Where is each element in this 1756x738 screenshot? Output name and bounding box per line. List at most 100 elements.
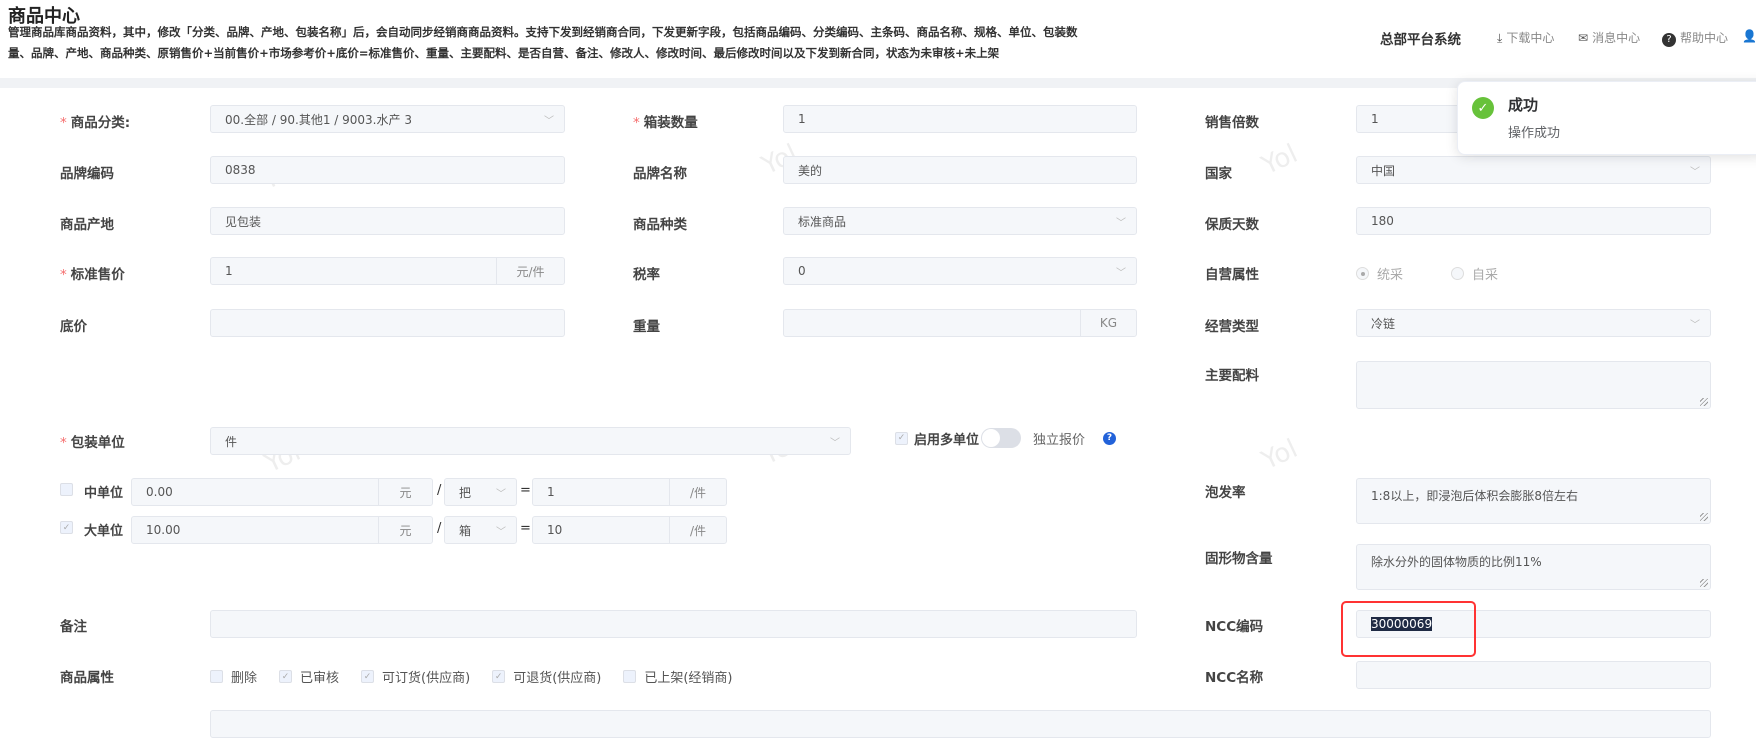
country-select[interactable]: 中国 ﹀: [1356, 156, 1711, 184]
solids-textarea[interactable]: 除水分外的固体物质的比例11%: [1356, 544, 1711, 590]
success-toast: ✓ 成功 操作成功: [1457, 81, 1756, 155]
radio-unified[interactable]: [1356, 267, 1369, 280]
mail-icon: ✉: [1578, 31, 1589, 45]
chevron-down-icon: ﹀: [1690, 319, 1700, 331]
download-center-link[interactable]: ⤓ 下载中心: [1497, 29, 1554, 46]
currency-addon: 元: [378, 517, 432, 543]
goods-type-select[interactable]: 标准商品 ﹀: [783, 207, 1137, 235]
help-label: 帮助中心: [1680, 31, 1729, 45]
box-qty-input[interactable]: 1: [783, 105, 1137, 133]
help-center-link[interactable]: ? 帮助中心: [1662, 29, 1728, 47]
biz-type-select[interactable]: 冷链 ﹀: [1356, 309, 1711, 337]
attr-label: 可订货(供应商): [382, 671, 471, 686]
chevron-down-icon: ﹀: [544, 115, 554, 127]
big-unit-qty-input[interactable]: 10/件: [532, 516, 727, 544]
box-qty-label: * 箱装数量: [633, 115, 698, 131]
chevron-down-icon: ﹀: [830, 437, 840, 449]
soak-rate-label: 泡发率: [1205, 485, 1246, 501]
radio-self-label: 自采: [1472, 268, 1499, 283]
equals-separator: =: [520, 521, 531, 536]
brand-code-input[interactable]: 0838: [210, 156, 565, 184]
per-unit-addon: /件: [669, 479, 726, 505]
equals-separator: =: [520, 483, 531, 498]
remark-input[interactable]: [210, 610, 1137, 638]
slash-separator: /: [437, 521, 442, 536]
message-center-link[interactable]: ✉ 消息中心: [1578, 29, 1640, 46]
soak-rate-textarea[interactable]: 1:8以上，即浸泡后体积会膨胀8倍左右: [1356, 478, 1711, 524]
currency-addon: 元: [378, 479, 432, 505]
pack-unit-label: * 包装单位: [60, 435, 125, 451]
mid-unit-price-input[interactable]: 0.00 元: [131, 478, 433, 506]
highlight-box: [1341, 601, 1476, 657]
weight-input[interactable]: KG: [783, 309, 1137, 337]
pack-unit-select[interactable]: 件 ﹀: [210, 427, 851, 455]
shelf-days-input[interactable]: 180: [1356, 207, 1711, 235]
big-unit-price-input[interactable]: 10.00 元: [131, 516, 433, 544]
self-run-label: 自营属性: [1205, 267, 1259, 283]
attr-checkbox-listed[interactable]: [623, 670, 637, 683]
floor-price-input[interactable]: [210, 309, 565, 337]
sale-multiple-label: 销售倍数: [1205, 115, 1259, 131]
floor-price-label: 底价: [60, 319, 87, 335]
attr-label: 删除: [231, 671, 258, 686]
attrs-label: 商品属性: [60, 670, 114, 686]
chevron-down-icon: ﹀: [1116, 217, 1126, 229]
messages-label: 消息中心: [1592, 31, 1641, 45]
chevron-down-icon: ﹀: [496, 526, 506, 538]
big-unit-select[interactable]: 箱 ﹀: [444, 516, 517, 544]
ingredients-textarea[interactable]: [1356, 361, 1711, 409]
chevron-down-icon: ﹀: [496, 488, 506, 500]
mid-unit-checkbox[interactable]: [60, 483, 73, 496]
attr-label: 已上架(经销商): [644, 671, 733, 686]
std-price-input[interactable]: 1 元/件: [210, 257, 565, 285]
per-unit-addon: /件: [669, 517, 726, 543]
ncc-name-label: NCC名称: [1205, 670, 1264, 686]
attr-checkbox-delete[interactable]: [210, 670, 223, 683]
weight-unit-addon: KG: [1080, 310, 1136, 336]
weight-label: 重量: [633, 319, 660, 335]
mid-unit-label: 中单位: [84, 486, 124, 501]
ncc-name-input[interactable]: [1356, 661, 1711, 689]
brand-name-input[interactable]: 美的: [783, 156, 1137, 184]
help-icon[interactable]: ?: [1103, 431, 1117, 445]
tax-label: 税率: [633, 267, 660, 283]
radio-self[interactable]: [1451, 267, 1465, 280]
origin-input[interactable]: 见包装: [210, 207, 565, 235]
watermark: Yol: [1257, 433, 1303, 477]
goods-type-label: 商品种类: [633, 217, 687, 233]
self-run-radio-group: 统采 自采: [1356, 264, 1498, 283]
chevron-down-icon: ﹀: [1116, 267, 1126, 279]
slash-separator: /: [437, 483, 442, 498]
attr-checkbox-orderable[interactable]: ✓: [361, 670, 375, 683]
origin-label: 商品产地: [60, 217, 114, 233]
multi-unit-label: 启用多单位: [914, 432, 980, 448]
watermark: Yol: [1257, 138, 1303, 182]
attrs-checkbox-group: 删除 ✓ 已审核 ✓ 可订货(供应商) ✓ 可退货(供应商) 已上架(经销商): [210, 667, 733, 686]
user-menu[interactable]: 👤Y: [1742, 29, 1756, 43]
country-label: 国家: [1205, 166, 1232, 182]
big-unit-label: 大单位: [84, 524, 124, 539]
price-unit-addon: 元/件: [496, 258, 564, 284]
ncc-code-label: NCC编码: [1205, 619, 1264, 635]
radio-unified-label: 统采: [1377, 268, 1404, 283]
help-icon: ?: [1662, 33, 1676, 47]
solids-label: 固形物含量: [1205, 551, 1273, 567]
category-select[interactable]: 00.全部 / 90.其他1 / 9003.水产 3 ﹀: [210, 105, 565, 133]
shelf-days-label: 保质天数: [1205, 217, 1259, 233]
toast-title: 成功: [1508, 96, 1539, 114]
brand-name-label: 品牌名称: [633, 166, 687, 182]
tax-select[interactable]: 0 ﹀: [783, 257, 1137, 285]
chevron-down-icon: ﹀: [1690, 166, 1700, 178]
independent-price-label: 独立报价: [1033, 432, 1086, 448]
attr-checkbox-approved[interactable]: ✓: [279, 670, 293, 683]
mid-unit-select[interactable]: 把 ﹀: [444, 478, 517, 506]
attr-checkbox-returnable[interactable]: ✓: [492, 670, 506, 683]
download-icon: ⤓: [1497, 31, 1503, 45]
page-description-2: 量、品牌、产地、商品种类、原销售价+当前售价+市场参考价+底价=标准售价、重量、…: [8, 46, 1000, 60]
multi-unit-control: ✓ 启用多单位 独立报价 ?: [895, 428, 1117, 448]
bottom-input[interactable]: [210, 710, 1711, 738]
mid-unit-qty-input[interactable]: 1/件: [532, 478, 727, 506]
big-unit-checkbox[interactable]: ✓: [60, 521, 73, 534]
independent-price-toggle[interactable]: [981, 428, 1022, 448]
multi-unit-checkbox[interactable]: ✓: [895, 431, 908, 445]
